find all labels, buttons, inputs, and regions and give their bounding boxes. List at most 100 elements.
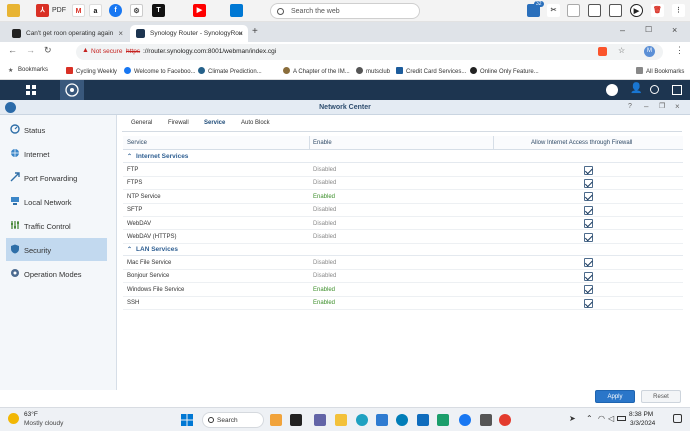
app-icon[interactable]: [480, 414, 492, 426]
edge-icon[interactable]: [356, 414, 368, 426]
task-view-icon[interactable]: [290, 414, 302, 426]
nytimes-icon[interactable]: T: [152, 4, 165, 17]
mail-icon[interactable]: [417, 414, 429, 426]
network-center-taskbar-button[interactable]: [60, 80, 84, 100]
bookmark-item[interactable]: Cycling Weekly: [66, 67, 117, 75]
sidebar-item-local-network[interactable]: Local Network: [6, 190, 107, 213]
table-row[interactable]: Windows File Service Enabled: [123, 283, 683, 297]
back-icon[interactable]: ←: [8, 45, 17, 55]
table-row[interactable]: WebDAV (HTTPS) Disabled: [123, 231, 683, 244]
tab-firewall[interactable]: Firewall: [168, 120, 189, 126]
web-search-box[interactable]: Search the web: [270, 3, 420, 19]
section-lan-services[interactable]: LAN Services: [123, 244, 683, 256]
taskbar-search[interactable]: Search: [202, 412, 264, 428]
allow-internet-checkbox[interactable]: [584, 232, 593, 242]
bookmark-item[interactable]: Credit Card Services...: [396, 67, 466, 75]
teams-icon[interactable]: [314, 414, 326, 426]
sidebar-item-status[interactable]: Status: [6, 118, 107, 141]
table-row[interactable]: SFTP Disabled: [123, 204, 683, 218]
star-icon[interactable]: ☆: [618, 46, 625, 55]
close-icon[interactable]: ×: [675, 102, 680, 111]
column-header-enable[interactable]: Enable: [313, 140, 332, 146]
tab-synology[interactable]: Synology Router - SynologyRou ×: [130, 25, 248, 42]
chevron-up-icon[interactable]: ⌃: [586, 414, 593, 423]
facebook-icon[interactable]: f: [109, 4, 122, 17]
apply-button[interactable]: Apply: [595, 390, 635, 403]
dell-icon[interactable]: [396, 414, 408, 426]
sidebar-item-port-forwarding[interactable]: Port Forwarding: [6, 166, 107, 189]
maximize-icon[interactable]: ☐: [645, 25, 652, 34]
battery-icon[interactable]: [617, 416, 626, 421]
tab-auto-block[interactable]: Auto Block: [241, 120, 270, 126]
allow-internet-checkbox[interactable]: [584, 178, 593, 188]
youtube-icon[interactable]: ▶: [193, 4, 206, 17]
avatar[interactable]: M: [644, 46, 655, 57]
wifi-icon[interactable]: ◠: [598, 414, 605, 423]
restore-icon[interactable]: ❐: [659, 102, 665, 110]
minimize-icon[interactable]: –: [644, 102, 648, 111]
more-menu-icon[interactable]: ⋮: [675, 45, 684, 56]
sidebar-item-traffic-control[interactable]: Traffic Control: [6, 214, 107, 237]
bookmark-item[interactable]: mutsclub: [356, 67, 390, 75]
allow-internet-checkbox[interactable]: [584, 258, 593, 268]
allow-internet-checkbox[interactable]: [584, 285, 593, 295]
new-tab-button[interactable]: +: [252, 26, 258, 37]
scissors-icon[interactable]: ✂: [547, 4, 560, 17]
app-icon[interactable]: [437, 414, 449, 426]
facebook-icon[interactable]: [459, 414, 471, 426]
reset-button[interactable]: Reset: [641, 390, 681, 403]
bookmark-item[interactable]: ★ Bookmarks: [8, 67, 48, 74]
table-row[interactable]: Mac File Service Disabled: [123, 256, 683, 270]
weather-desc[interactable]: Mostly cloudy: [24, 420, 63, 427]
user-icon[interactable]: 👤: [630, 83, 642, 94]
bookmark-item[interactable]: Welcome to Faceboo...: [124, 67, 196, 75]
minimize-icon[interactable]: –: [620, 25, 625, 35]
settings-icon[interactable]: ⚙: [130, 4, 143, 17]
weather-icon[interactable]: [8, 413, 19, 424]
forward-icon[interactable]: →: [26, 45, 35, 55]
brave-icon[interactable]: [598, 47, 607, 56]
chat-icon[interactable]: [606, 84, 618, 96]
all-bookmarks[interactable]: All Bookmarks: [636, 67, 684, 75]
menu-icon[interactable]: ⋮: [672, 4, 685, 17]
allow-internet-checkbox[interactable]: [584, 298, 593, 308]
weather-temp[interactable]: 63°F: [24, 411, 38, 418]
tab-general[interactable]: General: [131, 120, 152, 126]
sidebar-item-operation-modes[interactable]: Operation Modes: [6, 262, 107, 285]
column-header-service[interactable]: Service: [127, 140, 147, 146]
file-explorer-icon[interactable]: [335, 414, 347, 426]
reload-icon[interactable]: ↻: [44, 45, 52, 56]
allow-internet-checkbox[interactable]: [584, 205, 593, 215]
column-header-allow[interactable]: Allow Internet Access through Firewall: [531, 140, 632, 146]
trash-icon[interactable]: 🗑: [651, 4, 664, 17]
play-icon[interactable]: ▶: [630, 4, 643, 17]
close-icon[interactable]: ×: [238, 29, 243, 38]
copy-icon[interactable]: [609, 4, 622, 17]
pdf-label[interactable]: PDF: [52, 7, 66, 14]
section-internet-services[interactable]: Internet Services: [123, 151, 683, 163]
bookmark-item[interactable]: Climate Prediction...: [198, 67, 262, 75]
widgets-icon[interactable]: [672, 85, 682, 95]
allow-internet-checkbox[interactable]: [584, 192, 593, 202]
chrome-icon[interactable]: [499, 414, 511, 426]
sidebar-item-internet[interactable]: Internet: [6, 142, 107, 165]
tab-roon[interactable]: Can't get roon operating again ×: [6, 25, 128, 42]
folder-icon[interactable]: [7, 4, 20, 17]
bookmark-item[interactable]: A Chapter of the IM...: [283, 67, 350, 75]
camera-icon[interactable]: [567, 4, 580, 17]
send-icon[interactable]: ➤: [569, 414, 576, 423]
main-menu-button[interactable]: [20, 82, 42, 98]
tab-service[interactable]: Service: [195, 115, 234, 133]
table-row[interactable]: Bonjour Service Disabled: [123, 270, 683, 284]
table-row[interactable]: WebDAV Disabled: [123, 217, 683, 231]
search-icon[interactable]: [650, 85, 659, 94]
url-field[interactable]: ▲ Not secure https ://router.synology.co…: [76, 44, 663, 60]
volume-icon[interactable]: ◁: [608, 414, 614, 423]
help-icon[interactable]: ?: [628, 103, 632, 110]
widgets-icon[interactable]: [270, 414, 282, 426]
amazon-icon[interactable]: a: [89, 4, 102, 17]
clock-time[interactable]: 8:38 PM: [629, 411, 653, 418]
pdf-icon[interactable]: ⅄: [36, 4, 49, 17]
sidebar-item-security[interactable]: Security: [6, 238, 107, 261]
windows-icon[interactable]: [230, 4, 243, 17]
